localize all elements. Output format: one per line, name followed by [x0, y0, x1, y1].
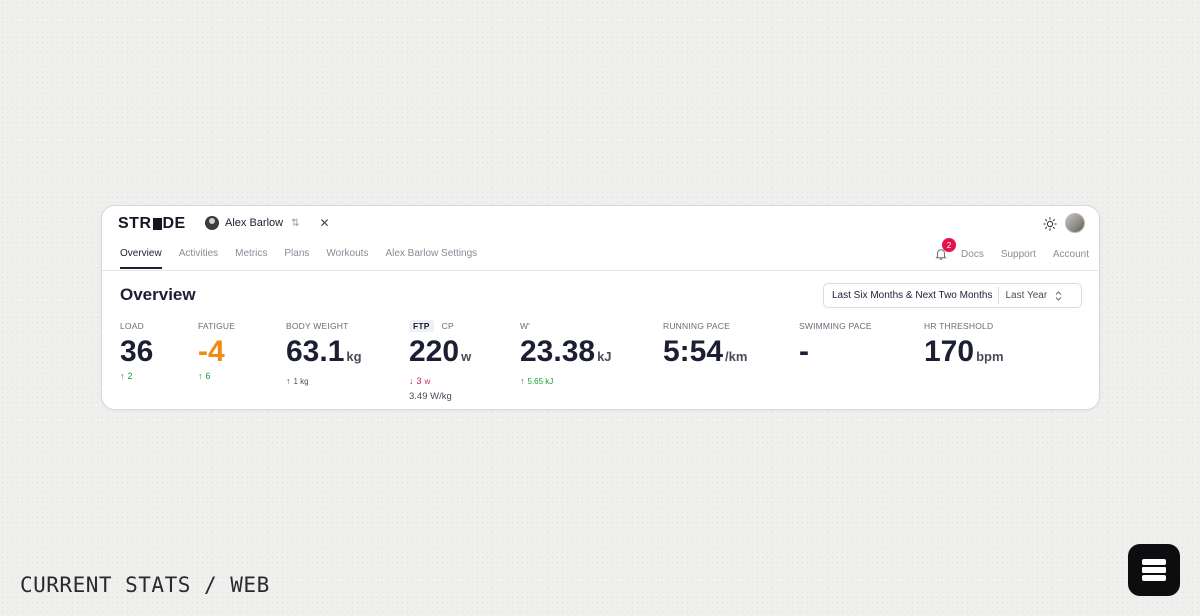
notifications-button[interactable]: 2	[934, 238, 957, 261]
metric-value-row: 220 w	[409, 335, 471, 374]
metric-value: 5:54	[663, 335, 724, 368]
chevron-updown-icon	[1055, 290, 1062, 301]
metric-delta: ↑ 2	[120, 371, 153, 381]
metric-delta: ↑ 1 kg	[286, 376, 362, 386]
compare-select[interactable]: Last Year	[1005, 290, 1062, 301]
metric-unit: kJ	[597, 349, 612, 364]
nav-right: 2 Docs Support Account	[934, 238, 1089, 261]
account-link[interactable]: Account	[1053, 249, 1089, 260]
delta-value: 5.65 kJ	[527, 376, 554, 386]
tab-cp[interactable]: CP	[442, 321, 454, 331]
metric-body-weight: BODY WEIGHT 63.1 kg ↑ 1 kg	[286, 320, 362, 386]
notification-badge: 2	[942, 238, 957, 252]
delta-value: 2	[127, 371, 133, 381]
athlete-name: Alex Barlow	[225, 217, 284, 229]
arrow-up-icon: ↑	[198, 371, 203, 381]
tab-activities[interactable]: Activities	[179, 248, 218, 267]
delta-value: 6	[205, 371, 211, 381]
main-nav: Overview Activities Metrics Plans Workou…	[102, 238, 1099, 271]
docs-link[interactable]: Docs	[961, 249, 984, 260]
tab-workouts[interactable]: Workouts	[326, 248, 368, 267]
theme-toggle-icon[interactable]	[1043, 217, 1057, 231]
delta-unit: w	[424, 376, 431, 386]
metric-hr-threshold: HR THRESHOLD 170 bpm	[924, 320, 1004, 374]
support-link[interactable]: Support	[1001, 249, 1036, 260]
range-divider	[998, 287, 1000, 304]
metric-value: -4	[198, 335, 225, 368]
metric-delta: ↑ 6	[198, 371, 235, 381]
arrow-up-icon: ↑	[120, 371, 125, 381]
metric-delta: ↑ 5.65 kJ	[520, 376, 612, 386]
metric-value: 220	[409, 335, 460, 368]
close-icon[interactable]: ✕	[319, 216, 329, 230]
metric-value: 63.1	[286, 335, 345, 368]
delta-value: 1 kg	[293, 376, 309, 386]
tab-overview[interactable]: Overview	[120, 248, 162, 269]
arrow-down-icon: ↓	[409, 376, 414, 386]
overview-card: STR DE Alex Barlow ⇅ ✕ Overview Activiti…	[101, 205, 1100, 410]
nav-tabs: Overview Activities Metrics Plans Workou…	[120, 248, 494, 269]
date-range-select[interactable]: Last Six Months & Next Two Months Last Y…	[823, 283, 1082, 308]
metric-label: SWIMMING PACE	[799, 321, 872, 331]
metric-value-row: 23.38 kJ	[520, 335, 612, 374]
metric-swimming-pace: SWIMMING PACE -	[799, 320, 872, 369]
metric-unit: kg	[346, 349, 362, 364]
power-tabs: FTP CP	[409, 320, 471, 332]
metric-value: -	[799, 335, 809, 368]
metric-value: 170	[924, 335, 975, 368]
metric-power: FTP CP 220 w ↓ 3 w 3.49 W/kg	[409, 320, 471, 402]
switch-athlete-icon[interactable]: ⇅	[291, 218, 299, 229]
tab-ftp[interactable]: FTP	[409, 320, 434, 332]
logo-text-left: STR	[118, 215, 152, 232]
metric-unit: bpm	[976, 349, 1004, 364]
metric-value-row: 63.1 kg	[286, 335, 362, 374]
compare-label: Last Year	[1005, 290, 1048, 301]
metric-label: W'	[520, 321, 531, 331]
metric-fatigue: FATIGUE -4 ↑ 6	[198, 320, 235, 381]
power-per-kg: 3.49 W/kg	[409, 391, 452, 402]
athlete-avatar	[205, 216, 219, 230]
metric-value: 36	[120, 335, 154, 368]
metric-label: HR THRESHOLD	[924, 321, 994, 331]
metric-unit: w	[461, 349, 472, 364]
top-bar: STR DE Alex Barlow ⇅ ✕	[102, 206, 1099, 242]
metric-load: LOAD 36 ↑ 2	[120, 320, 153, 381]
arrow-up-icon: ↑	[520, 376, 525, 386]
metric-unit: /km	[725, 349, 748, 364]
arrow-up-icon: ↑	[286, 376, 291, 386]
metric-value: 23.38	[520, 335, 596, 368]
athlete-context[interactable]: Alex Barlow ⇅ ✕	[205, 216, 330, 230]
app-logo-icon	[1128, 544, 1180, 596]
metric-label: RUNNING PACE	[663, 321, 730, 331]
metric-label: FATIGUE	[198, 321, 236, 331]
range-label: Last Six Months & Next Two Months	[832, 290, 993, 301]
page-title: Overview	[120, 285, 196, 304]
stack-icon	[1142, 559, 1166, 581]
stride-logo[interactable]: STR DE	[118, 215, 186, 233]
metric-label: LOAD	[120, 321, 144, 331]
user-avatar[interactable]	[1065, 213, 1085, 233]
logo-text-right: DE	[162, 215, 186, 232]
metric-running-pace: RUNNING PACE 5:54/km	[663, 320, 747, 374]
metric-w-prime: W' 23.38 kJ ↑ 5.65 kJ	[520, 320, 612, 386]
tab-athlete-settings[interactable]: Alex Barlow Settings	[385, 248, 477, 267]
metric-value-row: 170 bpm	[924, 335, 1004, 374]
delta-value: 3	[416, 376, 422, 386]
metric-label: BODY WEIGHT	[286, 321, 349, 331]
footer-caption: CURRENT STATS / WEB	[20, 573, 270, 597]
tab-plans[interactable]: Plans	[284, 248, 309, 267]
metric-value-row: 5:54/km	[663, 335, 747, 374]
logo-block-glyph	[152, 218, 162, 230]
tab-metrics[interactable]: Metrics	[235, 248, 267, 267]
metric-delta: ↓ 3 w	[409, 376, 471, 386]
